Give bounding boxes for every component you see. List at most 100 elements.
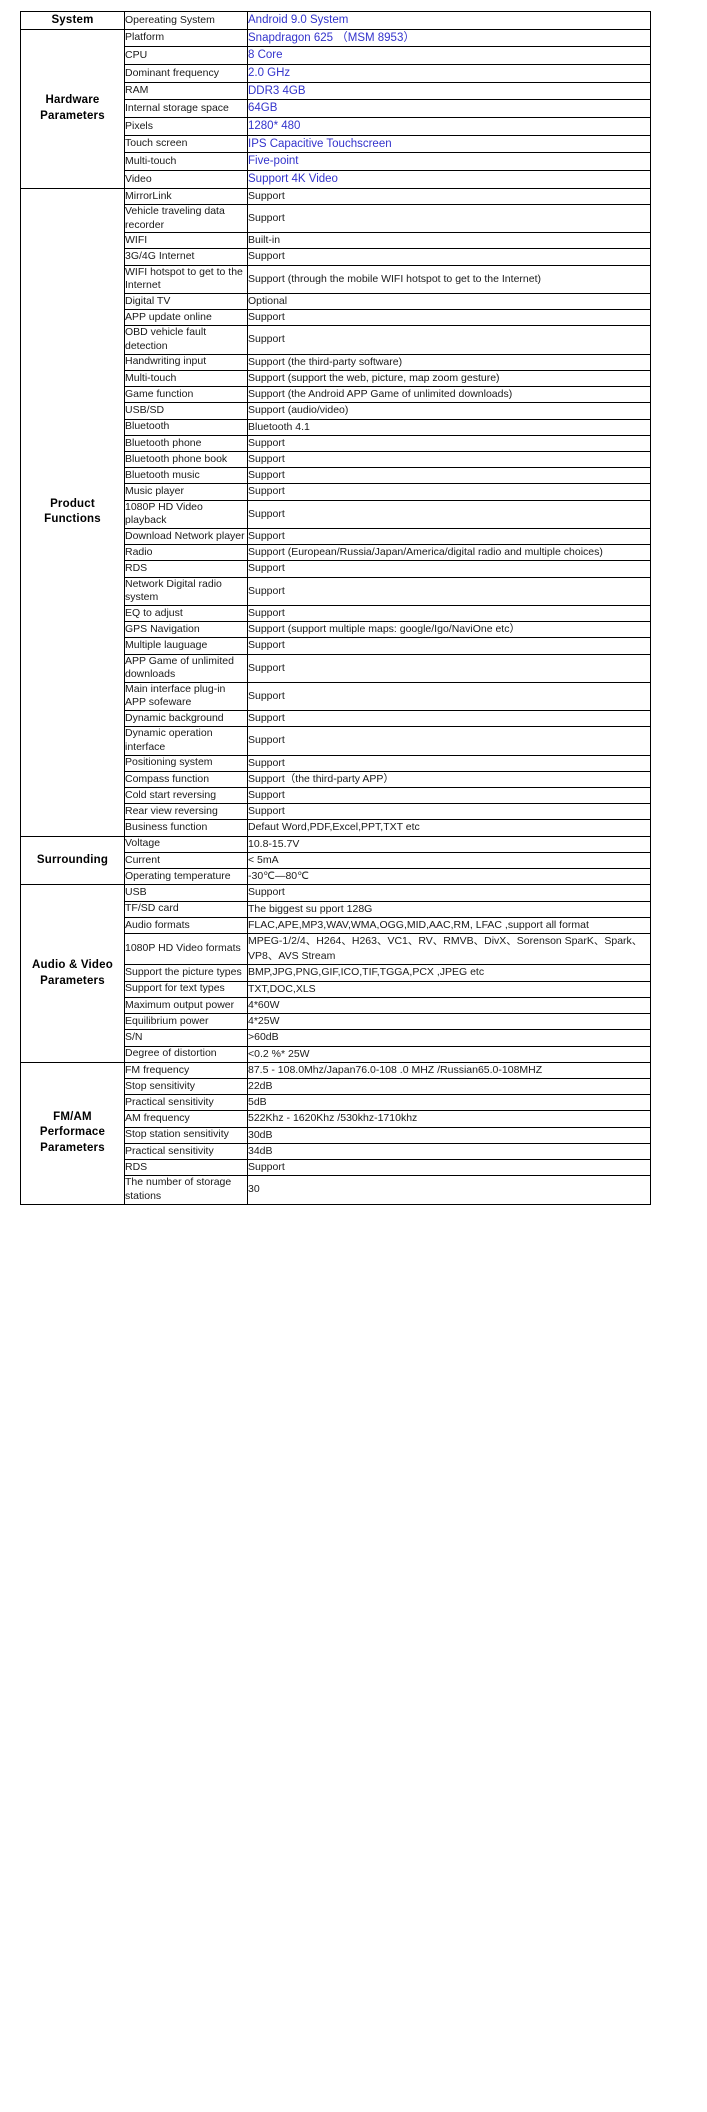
parameter-name: Network Digital radio system (124, 576, 248, 606)
parameter-name: FM frequency (124, 1061, 248, 1079)
parameter-name: RDS (124, 1159, 248, 1177)
parameter-value: Support (audio/video) (247, 402, 651, 420)
parameter-name: Compass function (124, 770, 248, 789)
section-label: System (20, 11, 125, 30)
section-label-line: Parameters (40, 1141, 105, 1154)
parameter-value: Optional (247, 292, 651, 311)
parameter-value: Support (247, 309, 651, 327)
parameter-value: Bluetooth 4.1 (247, 418, 651, 436)
parameter-name: RDS (124, 560, 248, 578)
parameter-value: BMP,JPG,PNG,GIF,ICO,TIF,TGGA,PCX ,JPEG e… (247, 964, 651, 982)
parameter-value: Support (247, 527, 651, 546)
parameter-name: WIFI (124, 232, 248, 250)
section-label-line: FM/AM (53, 1110, 92, 1123)
parameter-value: -30℃—80℃ (247, 868, 651, 886)
parameter-value: 2.0 GHz (247, 64, 651, 83)
section-label-line: Functions (44, 513, 101, 526)
parameter-name: WIFI hotspot to get to the Internet (124, 264, 248, 294)
parameter-value: Support (247, 803, 651, 821)
parameter-name: Handwriting input (124, 353, 248, 371)
parameter-value: Support (247, 434, 651, 452)
section-label-line: Performace (39, 1126, 106, 1139)
parameter-value: Support (the third-party software) (247, 353, 651, 371)
parameter-value: Support (247, 884, 651, 902)
parameter-value: 34dB (247, 1142, 651, 1161)
parameter-name: Multiple lauguage (124, 637, 248, 655)
section-label: Surrounding (20, 835, 125, 886)
parameter-value: Support (247, 637, 651, 655)
parameter-value: Built-in (247, 232, 651, 250)
parameter-value: Support (247, 187, 651, 205)
parameter-value: 22dB (247, 1077, 651, 1096)
parameter-name: Opereating System (124, 11, 248, 30)
parameter-name: 3G/4G Internet (124, 248, 248, 266)
parameter-value: 4*60W (247, 996, 651, 1015)
section-label: FM/AM Performace Parameters (20, 1061, 125, 1205)
parameter-name: 1080P HD Video playback (124, 499, 248, 529)
parameter-value: MPEG-1/2/4、H264、H263、VC1、RV、RMVB、DivX、So… (247, 932, 651, 966)
section-label-line: Surrounding (36, 853, 109, 866)
parameter-value: Support (247, 248, 651, 266)
parameter-value: Support (247, 483, 651, 501)
parameter-value: 30dB (247, 1126, 651, 1144)
section-label: Hardware Parameters (20, 28, 125, 189)
parameter-value: DDR3 4GB (247, 81, 651, 101)
parameter-name: TF/SD card (124, 900, 248, 918)
parameter-name: Main interface plug-in APP sofeware (124, 681, 248, 712)
parameter-name: APP update online (124, 309, 248, 327)
parameter-name: Download Network player (124, 527, 248, 546)
parameter-value: Support (European/Russia/Japan/America/d… (247, 544, 651, 562)
parameter-value: Support (247, 726, 651, 756)
parameter-name: CPU (124, 46, 248, 66)
parameter-name: RAM (124, 81, 248, 101)
parameter-name: Stop station sensitivity (124, 1126, 248, 1144)
parameter-name: Voltage (124, 835, 248, 853)
parameter-name: APP Game of unlimited downloads (124, 653, 248, 683)
parameter-name: Dynamic background (124, 710, 248, 728)
parameter-value: Support (support multiple maps: google/I… (247, 621, 651, 639)
parameter-name: Operating temperature (124, 868, 248, 886)
parameter-value: IPS Capacitive Touchscreen (247, 134, 651, 154)
parameter-name: Dynamic operation interface (124, 726, 248, 756)
parameter-value: Support (247, 576, 651, 606)
parameter-value: 64GB (247, 99, 651, 119)
parameter-name: AM frequency (124, 1110, 248, 1128)
parameter-name: 1080P HD Video formats (124, 932, 248, 966)
parameter-value: 8 Core (247, 46, 651, 66)
parameter-value: 30 (247, 1175, 651, 1205)
parameter-value: Support (247, 710, 651, 728)
parameter-value: FLAC,APE,MP3,WAV,WMA,OGG,MID,AAC,RM, LFA… (247, 916, 651, 934)
parameter-value: 4*25W (247, 1013, 651, 1031)
parameter-value: Five-point (247, 152, 651, 172)
parameter-name: Dominant frequency (124, 64, 248, 83)
parameter-name: Vehicle traveling data recorder (124, 203, 248, 234)
parameter-value: Defaut Word,PDF,Excel,PPT,TXT etc (247, 819, 651, 837)
table-row: Hardware Parameters Platform Snapdragon 625… (20, 28, 651, 189)
table-row: System Opereating System Android 9.0 Syste… (20, 11, 651, 30)
parameter-name: MirrorLink (124, 187, 248, 205)
parameter-value: Support (the Android APP Game of unlimit… (247, 386, 651, 404)
parameter-name: Support for text types (124, 980, 248, 998)
parameter-value: 1280* 480 (247, 117, 651, 136)
parameter-value: Support (247, 203, 651, 234)
parameter-value: Support (247, 499, 651, 529)
parameter-value: TXT,DOC,XLS (247, 980, 651, 998)
table-row: Surrounding Voltage 10.8-15.7V (20, 835, 651, 886)
parameter-name: EQ to adjust (124, 604, 248, 623)
table-row: FM/AM Performace Parameters FM frequency 87.… (20, 1061, 651, 1205)
parameter-name: GPS Navigation (124, 621, 248, 639)
parameter-name: USB (124, 884, 248, 902)
parameter-value: Support (247, 1159, 651, 1177)
parameter-value: >60dB (247, 1029, 651, 1047)
table-row: Product Functions MirrorLink Support (20, 187, 651, 837)
parameter-name: Audio formats (124, 916, 248, 934)
parameter-name: Equilibrium power (124, 1013, 248, 1031)
parameter-value: Support (247, 653, 651, 683)
parameter-name: Bluetooth music (124, 467, 248, 485)
parameter-name: Multi-touch (124, 152, 248, 172)
parameter-value: Support (247, 450, 651, 469)
parameter-value: Support (247, 681, 651, 712)
parameter-name: Practical sensitivity (124, 1142, 248, 1161)
parameter-name: S/N (124, 1029, 248, 1047)
section-label-line: Hardware (45, 94, 100, 107)
